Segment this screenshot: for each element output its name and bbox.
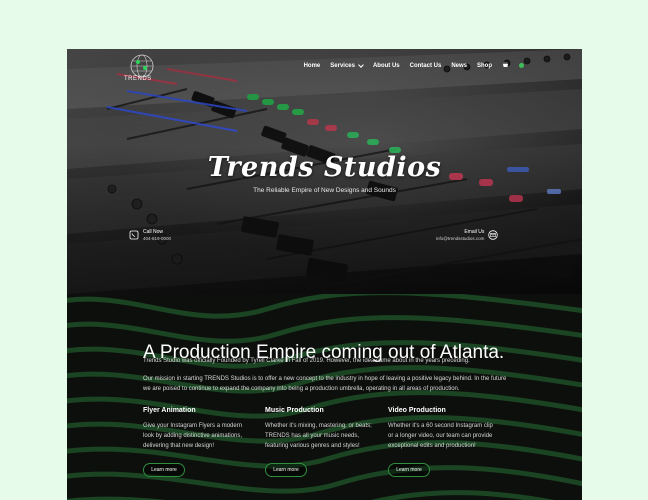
email-us-block[interactable]: Email Us info@trendsstudios.com	[436, 229, 499, 241]
website-frame: TRENDS Home Services About Us Contact Us…	[67, 49, 582, 500]
chevron-down-icon	[358, 61, 364, 68]
nav-news[interactable]: News	[451, 63, 467, 69]
learn-more-button-video[interactable]: Learn more	[388, 463, 430, 477]
email-icon	[488, 230, 499, 240]
nav-home[interactable]: Home	[304, 63, 321, 69]
email-us-label: Email Us	[464, 229, 485, 235]
learn-more-button-music[interactable]: Learn more	[265, 463, 307, 477]
hero-subtitle: The Reliable Empire of New Designs and S…	[253, 187, 396, 194]
nav-services-label: Services	[330, 62, 355, 69]
nav-about-us[interactable]: About Us	[373, 63, 400, 69]
service-title: Music Production	[265, 407, 324, 414]
about-paragraph-1: Trends Studio was officially Founded by …	[143, 358, 470, 364]
hero-title: Trends Studios	[207, 152, 442, 183]
about-section: A Production Empire coming out of Atlant…	[67, 294, 582, 500]
call-now-label: Call Now	[143, 229, 164, 235]
service-text: Whether it's mixing, mastering, or beats…	[265, 423, 372, 449]
nav-shop[interactable]: Shop	[477, 63, 492, 69]
learn-more-button-flyer[interactable]: Learn more	[143, 463, 185, 477]
service-title: Video Production	[388, 407, 446, 414]
call-now-number: 404-819-0000	[143, 236, 172, 241]
cart-icon[interactable]	[502, 62, 509, 69]
service-text: Give your Instagram Flyers a modern look…	[143, 423, 243, 449]
call-now-block[interactable]: Call Now 404-819-0000	[129, 229, 171, 241]
about-paragraph-2: Our mission in starting TRENDS Studios i…	[143, 376, 507, 392]
service-music-production: Music Production Whether it's mixing, ma…	[265, 407, 375, 451]
service-flyer-animation: Flyer Animation Give your Instagram Flye…	[143, 407, 253, 451]
nav-services[interactable]: Services	[330, 61, 364, 69]
logo-text: TRENDS	[124, 76, 152, 82]
hero-section: TRENDS Home Services About Us Contact Us…	[67, 49, 582, 294]
email-us-address: info@trendsstudios.com	[436, 236, 485, 241]
main-nav: Home Services About Us Contact Us News S…	[304, 61, 524, 69]
cart-count-badge	[519, 63, 524, 68]
service-video-production: Video Production Whether it's a 60 secon…	[388, 407, 498, 451]
service-text: Whether it's a 60 second Instagram clip …	[388, 423, 493, 449]
service-title: Flyer Animation	[143, 407, 196, 414]
phone-icon	[129, 230, 139, 240]
nav-contact-us[interactable]: Contact Us	[410, 63, 442, 69]
